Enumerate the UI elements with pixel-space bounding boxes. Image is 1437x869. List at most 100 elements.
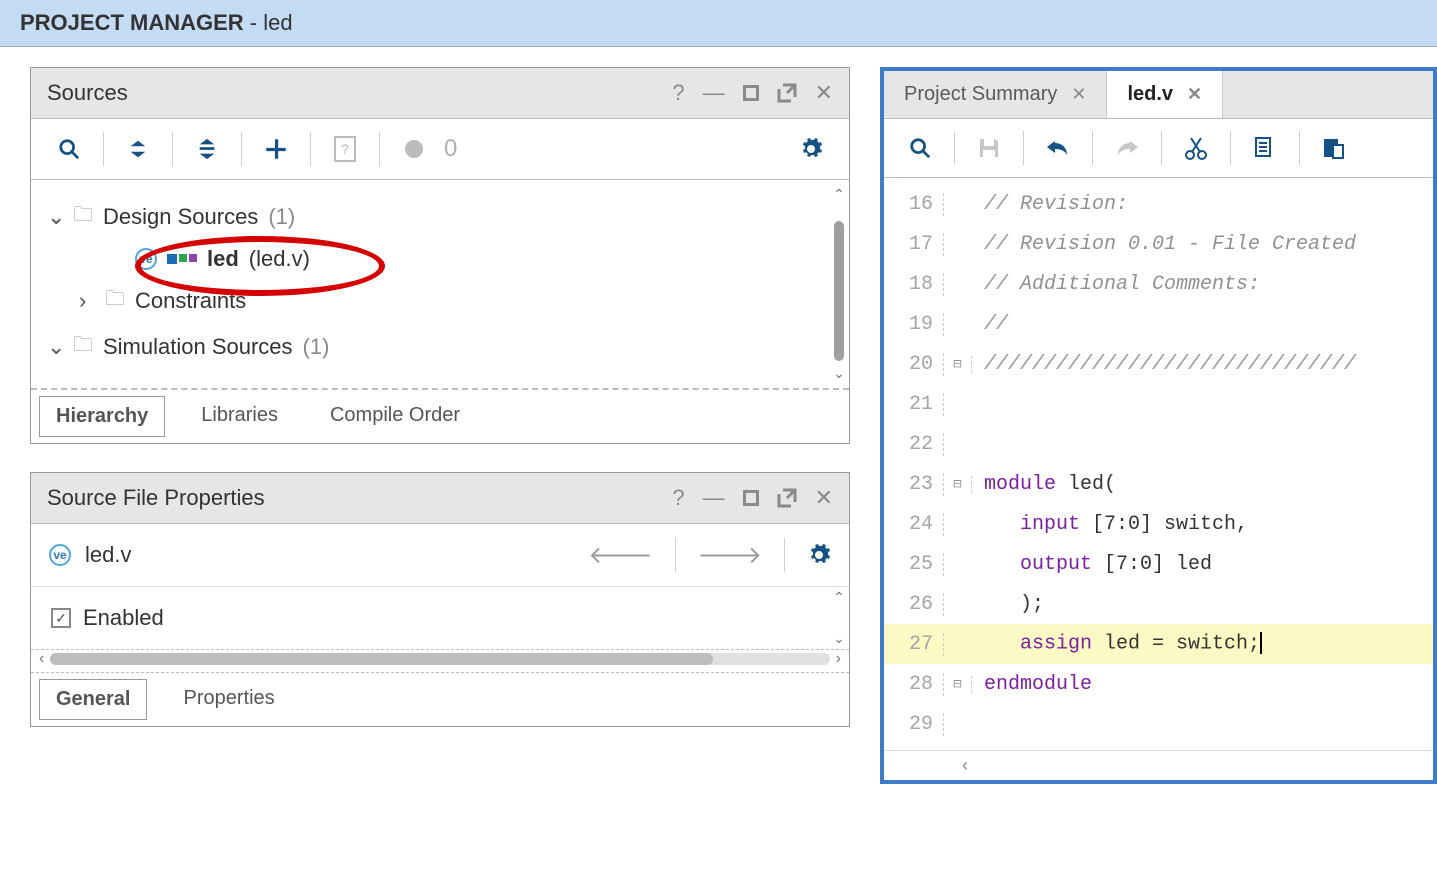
code-text: input [7:0] switch, <box>972 513 1248 536</box>
code-area[interactable]: 16 // Revision: 17 // Revision 0.01 - File… <box>884 178 1433 750</box>
vertical-scrollbar[interactable]: ⌃⌄ <box>831 589 847 647</box>
checkbox-icon[interactable]: ✓ <box>51 608 71 628</box>
tab-project-summary[interactable]: Project Summary ✕ <box>884 71 1107 118</box>
line-number: 16 <box>884 193 944 216</box>
line-number: 25 <box>884 553 944 576</box>
chevron-down-icon[interactable]: ⌄ <box>47 204 63 230</box>
tab-properties[interactable]: Properties <box>167 679 290 720</box>
messages-count: 0 <box>444 129 457 169</box>
cut-icon[interactable] <box>1170 127 1222 169</box>
close-icon[interactable]: ✕ <box>815 80 833 106</box>
paste-icon[interactable] <box>1308 127 1360 169</box>
line-number: 17 <box>884 233 944 256</box>
fold-icon[interactable]: ⊟ <box>944 476 972 493</box>
help-icon[interactable]: ? <box>672 485 684 511</box>
code-text: // Revision: <box>972 193 1128 216</box>
file-module-name: led <box>207 246 239 272</box>
tree-file-led[interactable]: ve led (led.v) <box>45 240 839 278</box>
line-number: 24 <box>884 513 944 536</box>
editor-toolbar <box>884 119 1433 178</box>
maximize-icon[interactable] <box>743 85 759 101</box>
tab-general[interactable]: General <box>39 679 147 720</box>
line-number: 23 <box>884 473 944 496</box>
save-icon[interactable] <box>963 127 1015 169</box>
close-tab-icon[interactable]: ✕ <box>1071 84 1086 105</box>
popout-icon[interactable] <box>777 83 797 103</box>
properties-panel: Source File Properties ? — ✕ ve led.v 🡐 … <box>30 472 850 727</box>
line-number: 28 <box>884 673 944 696</box>
line-number: 26 <box>884 593 944 616</box>
tree-label: Design Sources <box>103 204 258 230</box>
line-number: 29 <box>884 713 944 736</box>
line-number: 19 <box>884 313 944 336</box>
search-icon[interactable] <box>45 129 93 169</box>
properties-file-row: ve led.v 🡐 🡒 <box>31 524 849 587</box>
sources-title: Sources <box>47 80 128 106</box>
file-filename: (led.v) <box>249 246 310 272</box>
maximize-icon[interactable] <box>743 490 759 506</box>
search-icon[interactable] <box>894 127 946 169</box>
line-number: 27 <box>884 633 944 656</box>
messages-icon[interactable] <box>390 129 438 169</box>
minimize-icon[interactable]: — <box>703 485 725 511</box>
nav-forward-icon[interactable]: 🡒 <box>698 540 762 570</box>
tab-hierarchy[interactable]: Hierarchy <box>39 396 165 437</box>
minimize-icon[interactable]: — <box>703 80 725 106</box>
sources-toolbar: ? 0 <box>31 119 849 180</box>
code-text: // Revision 0.01 - File Created <box>972 233 1356 256</box>
code-text: ); <box>972 593 1044 616</box>
sources-tree: ⌄ 🗀 Design Sources (1) ve led (led.v) › … <box>31 180 849 390</box>
wizard-icon[interactable]: ? <box>321 129 369 169</box>
copy-icon[interactable] <box>1239 127 1291 169</box>
settings-icon[interactable] <box>807 543 831 567</box>
undo-icon[interactable] <box>1032 127 1084 169</box>
close-icon[interactable]: ✕ <box>815 485 833 511</box>
project-manager-header: PROJECT MANAGER - led <box>0 0 1437 47</box>
sources-tabs: Hierarchy Libraries Compile Order <box>31 390 849 443</box>
enabled-checkbox-row[interactable]: ✓ Enabled <box>45 595 835 641</box>
tab-label: Project Summary <box>904 83 1057 106</box>
properties-tabs: General Properties <box>31 672 849 726</box>
tree-constraints[interactable]: › 🗀 Constraints <box>45 278 839 324</box>
folder-icon: 🗀 <box>73 200 93 234</box>
tab-libraries[interactable]: Libraries <box>185 396 294 437</box>
add-source-icon[interactable] <box>252 129 300 169</box>
settings-icon[interactable] <box>787 129 835 169</box>
popout-icon[interactable] <box>777 488 797 508</box>
verilog-icon: ve <box>135 248 157 270</box>
verilog-icon: ve <box>49 544 71 566</box>
help-icon[interactable]: ? <box>672 80 684 106</box>
code-text: /////////////////////////////// <box>972 353 1356 376</box>
horizontal-scrollbar[interactable]: ‹› <box>31 649 849 672</box>
tree-count: (1) <box>303 334 330 360</box>
tab-led-v[interactable]: led.v ✕ <box>1107 71 1223 118</box>
tree-label: Simulation Sources <box>103 334 293 360</box>
tab-label: led.v <box>1127 83 1173 106</box>
nav-back-icon[interactable]: 🡐 <box>588 540 652 570</box>
tab-compile-order[interactable]: Compile Order <box>314 396 476 437</box>
module-icon <box>167 254 197 264</box>
tree-label: Constraints <box>135 288 246 314</box>
tree-simulation-sources[interactable]: ⌄ 🗀 Simulation Sources (1) <box>45 324 839 370</box>
editor-tabs: Project Summary ✕ led.v ✕ <box>884 71 1433 119</box>
folder-icon: 🗀 <box>105 284 125 318</box>
code-text: module led( <box>972 473 1116 496</box>
header-title-suffix: - led <box>244 10 293 35</box>
enabled-label: Enabled <box>83 605 164 631</box>
editor-horizontal-scrollbar[interactable]: ‹ <box>884 750 1433 780</box>
tree-design-sources[interactable]: ⌄ 🗀 Design Sources (1) <box>45 194 839 240</box>
sources-panel: Sources ? — ✕ ? <box>30 67 850 444</box>
collapse-all-icon[interactable] <box>114 129 162 169</box>
fold-icon[interactable]: ⊟ <box>944 356 972 373</box>
line-number: 21 <box>884 393 944 416</box>
fold-icon[interactable]: ⊟ <box>944 676 972 693</box>
expand-all-icon[interactable] <box>183 129 231 169</box>
chevron-right-icon[interactable]: › <box>79 288 95 314</box>
vertical-scrollbar[interactable]: ⌃⌄ <box>831 186 847 382</box>
line-number: 18 <box>884 273 944 296</box>
line-number: 20 <box>884 353 944 376</box>
redo-icon[interactable] <box>1101 127 1153 169</box>
close-tab-icon[interactable]: ✕ <box>1187 84 1202 105</box>
chevron-down-icon[interactable]: ⌄ <box>47 334 63 360</box>
tree-count: (1) <box>268 204 295 230</box>
